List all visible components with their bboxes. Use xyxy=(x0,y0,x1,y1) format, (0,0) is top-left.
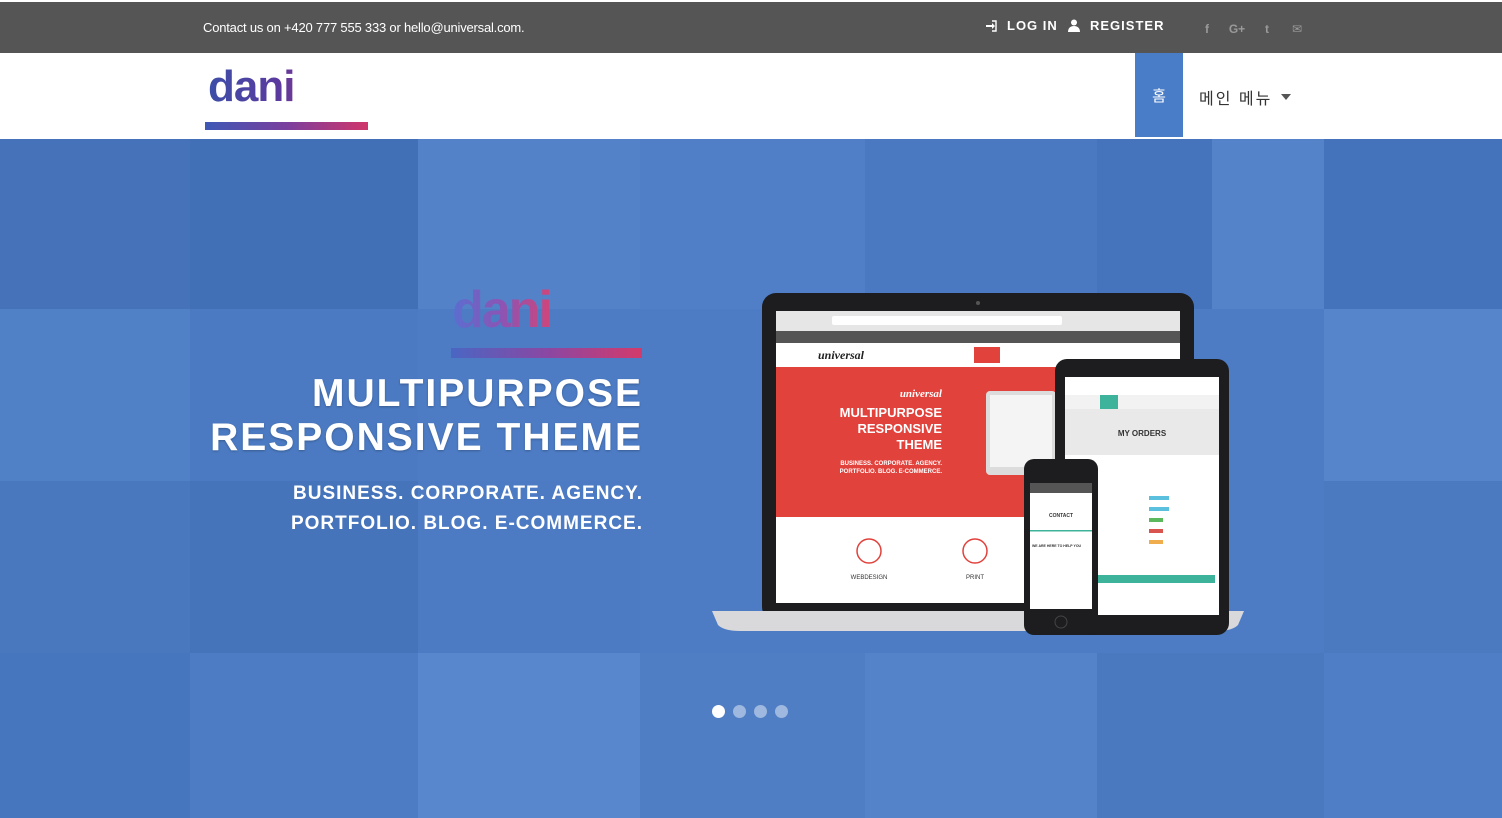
slider-dot[interactable] xyxy=(733,705,746,718)
bg-tile xyxy=(0,309,190,481)
top-bar: Contact us on +420 777 555 333 or hello@… xyxy=(0,0,1502,53)
bg-tile xyxy=(1324,481,1502,653)
register-label: REGISTER xyxy=(1090,18,1165,33)
mock-service-label: PRINT xyxy=(966,575,984,581)
twitter-icon[interactable]: t xyxy=(1252,21,1282,37)
bg-tile xyxy=(0,481,190,653)
google-plus-icon[interactable]: G+ xyxy=(1222,21,1252,37)
bg-tile xyxy=(0,653,190,818)
mock-service-icon xyxy=(962,538,988,564)
bg-tile xyxy=(1324,139,1502,309)
hero-title-line: MULTIPURPOSE xyxy=(312,372,643,415)
mock-service-label: WEBDESIGN xyxy=(851,575,888,581)
phone-divider xyxy=(1030,530,1092,532)
mock-service-icon xyxy=(856,538,882,564)
hero-subtitle-line: BUSINESS. CORPORATE. AGENCY. xyxy=(293,483,643,504)
tablet-row xyxy=(1149,496,1169,500)
nav-home[interactable]: 홈 xyxy=(1135,53,1183,137)
mock-hero-brand: universal xyxy=(900,388,943,400)
mock-brand: universal xyxy=(818,348,865,362)
hero-logo-text: dani xyxy=(452,281,553,339)
tablet-row xyxy=(1149,518,1163,522)
email-icon[interactable]: ✉ xyxy=(1282,21,1312,37)
tablet-button xyxy=(1095,575,1215,583)
bg-tile xyxy=(1097,139,1212,309)
slider-dot[interactable] xyxy=(775,705,788,718)
phone-subheading: WE ARE HERE TO HELP YOU xyxy=(1032,544,1082,548)
bg-tile xyxy=(640,139,865,309)
main-navbar: dani 홈 메인 메뉴 xyxy=(0,53,1502,139)
bg-tile xyxy=(1324,309,1502,481)
hero-slider: dani MULTIPURPOSE RESPONSIVE THEME BUSIN… xyxy=(0,139,1502,818)
mock-nav-active xyxy=(974,347,1000,363)
bg-tile xyxy=(0,139,190,309)
laptop-camera xyxy=(976,301,980,305)
mock-tagline: PORTFOLIO. BLOG. E-COMMERCE. xyxy=(840,469,943,475)
bg-tile xyxy=(1097,653,1324,818)
bg-tile xyxy=(1212,139,1324,309)
hero-subtitle: BUSINESS. CORPORATE. AGENCY. PORTFOLIO. … xyxy=(291,479,643,539)
bg-tile xyxy=(418,653,640,818)
bg-tile xyxy=(865,139,1097,309)
slider-dot[interactable] xyxy=(712,705,725,718)
logo-text: dani xyxy=(205,65,368,109)
facebook-icon[interactable]: f xyxy=(1192,21,1222,37)
tablet-nav-active xyxy=(1100,395,1118,409)
slider-dot[interactable] xyxy=(754,705,767,718)
site-topbar xyxy=(776,331,1180,343)
hero-title: MULTIPURPOSE RESPONSIVE THEME xyxy=(210,372,643,460)
site-logo[interactable]: dani xyxy=(205,65,368,133)
caret-down-icon xyxy=(1281,94,1292,100)
mock-headline: RESPONSIVE xyxy=(857,421,942,436)
tablet-row xyxy=(1149,507,1169,511)
bg-tile xyxy=(1324,653,1502,818)
slider-pagination xyxy=(712,705,788,718)
tablet-row xyxy=(1149,529,1163,533)
phone-heading: CONTACT xyxy=(1049,513,1073,519)
contact-info: Contact us on +420 777 555 333 or hello@… xyxy=(203,20,525,35)
tablet-heading: MY ORDERS xyxy=(1118,429,1167,438)
login-link[interactable]: LOG IN xyxy=(985,18,1058,33)
logo-underline xyxy=(205,122,368,130)
bg-tile xyxy=(640,653,865,818)
browser-address xyxy=(832,316,1062,325)
user-icon xyxy=(1068,19,1080,32)
mock-headline: THEME xyxy=(897,437,943,452)
bg-tile xyxy=(190,653,418,818)
hero-subtitle-line: PORTFOLIO. BLOG. E-COMMERCE. xyxy=(290,513,643,534)
mock-headline: MULTIPURPOSE xyxy=(840,405,943,420)
tablet-row xyxy=(1149,540,1163,544)
hero-logo-underline xyxy=(451,348,642,358)
sign-in-icon xyxy=(986,19,997,32)
login-label: LOG IN xyxy=(1007,18,1058,33)
hero-title-line: RESPONSIVE THEME xyxy=(210,416,643,459)
nav-main-menu[interactable]: 메인 메뉴 xyxy=(1199,85,1292,109)
main-menu-label: 메인 메뉴 xyxy=(1199,91,1273,108)
device-mockup-image: universal universal MULTIPURPOSE RESPONS… xyxy=(712,293,1244,635)
mock-inner-screen xyxy=(990,395,1052,467)
tablet-nav xyxy=(1065,395,1219,409)
register-link[interactable]: REGISTER xyxy=(1068,18,1164,33)
phone-header xyxy=(1030,483,1092,493)
mock-tagline: BUSINESS. CORPORATE. AGENCY. xyxy=(840,461,942,467)
bg-tile xyxy=(190,139,418,309)
bg-tile xyxy=(865,653,1097,818)
social-links: f G+ t ✉ xyxy=(1192,21,1312,37)
